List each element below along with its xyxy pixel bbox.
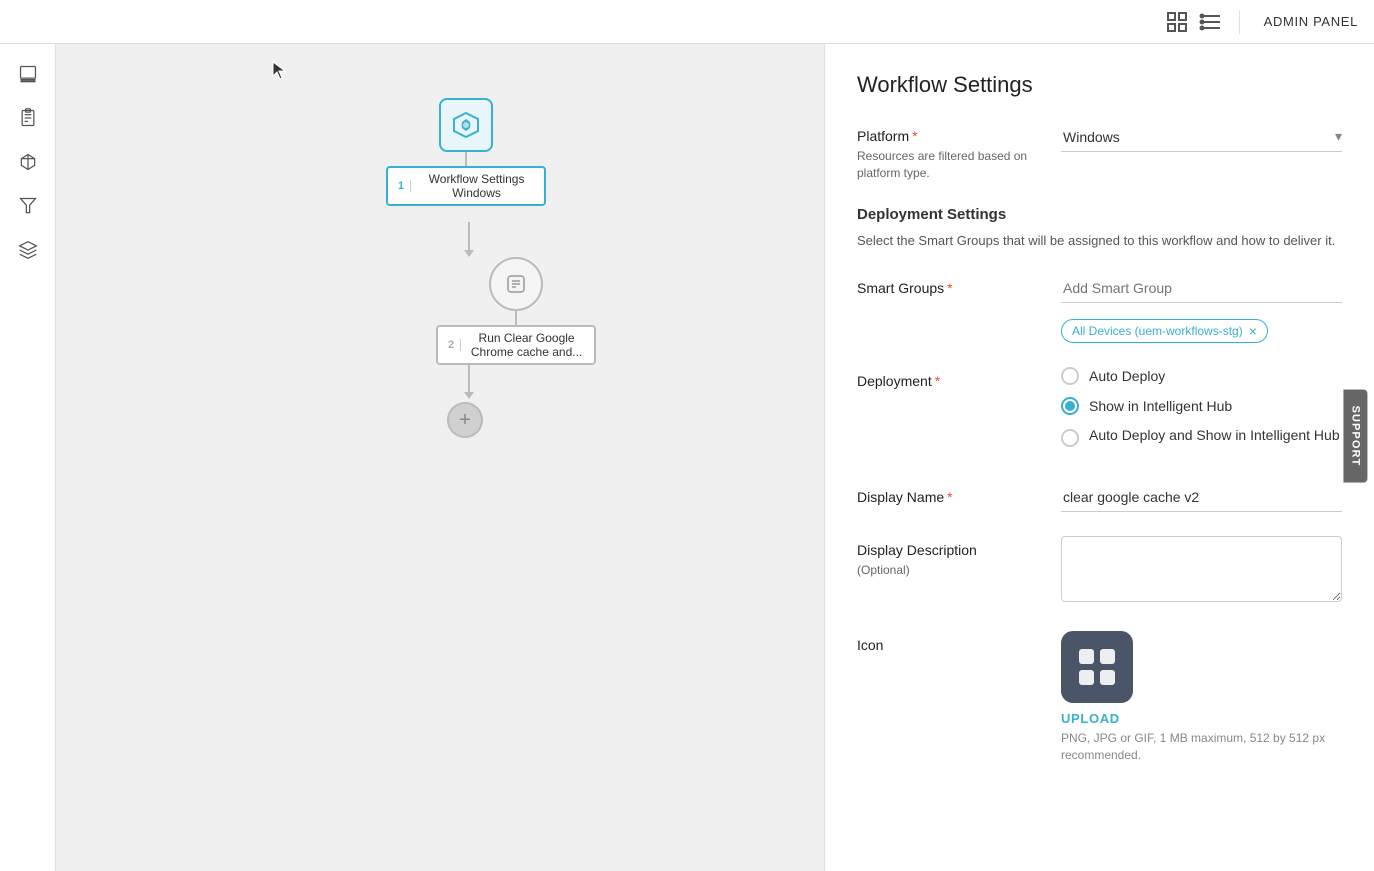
platform-label: Platform* bbox=[857, 128, 1037, 144]
right-panel: Workflow Settings Platform* Resources ar… bbox=[824, 44, 1374, 871]
radio-show-hub-label: Show in Intelligent Hub bbox=[1089, 398, 1232, 414]
support-tab[interactable]: SUPPORT bbox=[1344, 389, 1368, 482]
radio-auto-deploy[interactable]: Auto Deploy bbox=[1061, 367, 1342, 385]
top-bar: ADMIN PANEL bbox=[0, 0, 1374, 44]
radio-auto-and-show[interactable]: Auto Deploy and Show in Intelligent Hub bbox=[1061, 427, 1342, 447]
radio-auto-and-show-circle bbox=[1061, 429, 1079, 447]
display-desc-textarea[interactable] bbox=[1061, 536, 1342, 602]
tag-close-button[interactable]: × bbox=[1249, 323, 1257, 339]
list-icon[interactable] bbox=[1199, 10, 1223, 34]
deployment-field-row: Deployment* Auto Deploy Show in Intellig… bbox=[857, 367, 1342, 459]
deployment-options: Auto Deploy Show in Intelligent Hub Auto… bbox=[1061, 367, 1342, 459]
platform-control: Windows ▾ bbox=[1061, 122, 1342, 152]
radio-auto-deploy-circle bbox=[1061, 367, 1079, 385]
radio-auto-deploy-label: Auto Deploy bbox=[1089, 368, 1165, 384]
line-1 bbox=[465, 152, 467, 166]
display-name-field-row: Display Name* bbox=[857, 483, 1342, 512]
connector-middle bbox=[464, 222, 474, 257]
node-2-container: 2 Run Clear GoogleChrome cache and... bbox=[436, 257, 596, 365]
icon-label-col: Icon bbox=[857, 631, 1037, 653]
node-1-label: Workflow SettingsWindows bbox=[419, 172, 534, 200]
add-button-circle[interactable]: + bbox=[447, 402, 483, 438]
cursor bbox=[271, 60, 291, 80]
add-node-button[interactable]: + bbox=[447, 402, 483, 438]
sidebar-icon-box[interactable] bbox=[10, 144, 46, 180]
icon-preview bbox=[1061, 631, 1133, 703]
node-1-number: 1 bbox=[398, 180, 411, 192]
deployment-section-desc: Select the Smart Groups that will be ass… bbox=[857, 231, 1342, 251]
sidebar-icon-filter[interactable] bbox=[10, 188, 46, 224]
divider bbox=[1239, 10, 1240, 34]
node-2-label: Run Clear GoogleChrome cache and... bbox=[469, 331, 584, 359]
deployment-label-col: Deployment* bbox=[857, 367, 1037, 389]
node-1-label-box[interactable]: 1 Workflow SettingsWindows bbox=[386, 166, 546, 206]
platform-chevron-icon: ▾ bbox=[1335, 128, 1342, 145]
platform-label-col: Platform* Resources are filtered based o… bbox=[857, 122, 1037, 182]
display-desc-field-row: Display Description (Optional) bbox=[857, 536, 1342, 607]
display-name-label: Display Name* bbox=[857, 489, 1037, 505]
icon-control: UPLOAD PNG, JPG or GIF, 1 MB maximum, 51… bbox=[1061, 631, 1342, 764]
display-desc-label-col: Display Description (Optional) bbox=[857, 536, 1037, 579]
toolbar-icons bbox=[1165, 10, 1223, 34]
platform-field-row: Platform* Resources are filtered based o… bbox=[857, 122, 1342, 182]
deployment-label: Deployment* bbox=[857, 373, 1037, 389]
smart-groups-label-col: Smart Groups* bbox=[857, 274, 1037, 296]
left-sidebar bbox=[0, 44, 56, 871]
radio-show-hub-circle bbox=[1061, 397, 1079, 415]
smart-groups-label: Smart Groups* bbox=[857, 280, 1037, 296]
smart-groups-field-row: Smart Groups* All Devices (uem-workflows… bbox=[857, 274, 1342, 343]
display-name-input[interactable] bbox=[1061, 483, 1342, 512]
node-1-icon-box[interactable] bbox=[439, 98, 493, 152]
smart-group-input[interactable] bbox=[1061, 274, 1342, 303]
tag-label: All Devices (uem-workflows-stg) bbox=[1072, 324, 1243, 338]
sidebar-icon-layers[interactable] bbox=[10, 56, 46, 92]
smart-groups-control: All Devices (uem-workflows-stg) × bbox=[1061, 274, 1342, 343]
diagram-icon[interactable] bbox=[1165, 10, 1189, 34]
node-2-icon[interactable] bbox=[489, 257, 543, 311]
deployment-section: Deployment Settings Select the Smart Gro… bbox=[857, 206, 1342, 251]
display-name-label-col: Display Name* bbox=[857, 483, 1037, 505]
upload-button[interactable]: UPLOAD bbox=[1061, 711, 1342, 726]
node-1-container: 1 Workflow SettingsWindows bbox=[386, 98, 546, 206]
sidebar-icon-clipboard[interactable] bbox=[10, 100, 46, 136]
display-name-control bbox=[1061, 483, 1342, 512]
main-layout: 1 Workflow SettingsWindows bbox=[0, 44, 1374, 871]
platform-sublabel: Resources are filtered based on platform… bbox=[857, 148, 1037, 182]
upload-hint: PNG, JPG or GIF, 1 MB maximum, 512 by 51… bbox=[1061, 730, 1342, 764]
panel-title: Workflow Settings bbox=[857, 72, 1342, 98]
smart-group-tag: All Devices (uem-workflows-stg) × bbox=[1061, 319, 1268, 343]
icon-label: Icon bbox=[857, 637, 1037, 653]
connector-1 bbox=[386, 152, 546, 166]
display-desc-label: Display Description bbox=[857, 542, 1037, 558]
canvas-area: 1 Workflow SettingsWindows bbox=[56, 44, 824, 871]
node-2-label-box[interactable]: 2 Run Clear GoogleChrome cache and... bbox=[436, 325, 596, 365]
platform-dropdown[interactable]: Windows ▾ bbox=[1061, 122, 1342, 152]
radio-show-hub[interactable]: Show in Intelligent Hub bbox=[1061, 397, 1342, 415]
deployment-section-title: Deployment Settings bbox=[857, 206, 1342, 223]
display-desc-control bbox=[1061, 536, 1342, 607]
display-desc-optional: (Optional) bbox=[857, 562, 1037, 579]
icon-field-row: Icon UPLOAD PNG, JPG or GI bbox=[857, 631, 1342, 764]
node-2-number: 2 bbox=[448, 339, 461, 351]
smart-group-tags: All Devices (uem-workflows-stg) × bbox=[1061, 311, 1342, 343]
admin-panel-label: ADMIN PANEL bbox=[1264, 14, 1358, 29]
add-button-icon: + bbox=[459, 409, 471, 432]
connector-bottom bbox=[464, 364, 474, 399]
sidebar-icon-stack[interactable] bbox=[10, 232, 46, 268]
radio-auto-and-show-label: Auto Deploy and Show in Intelligent Hub bbox=[1089, 427, 1340, 443]
platform-value: Windows bbox=[1061, 129, 1120, 145]
